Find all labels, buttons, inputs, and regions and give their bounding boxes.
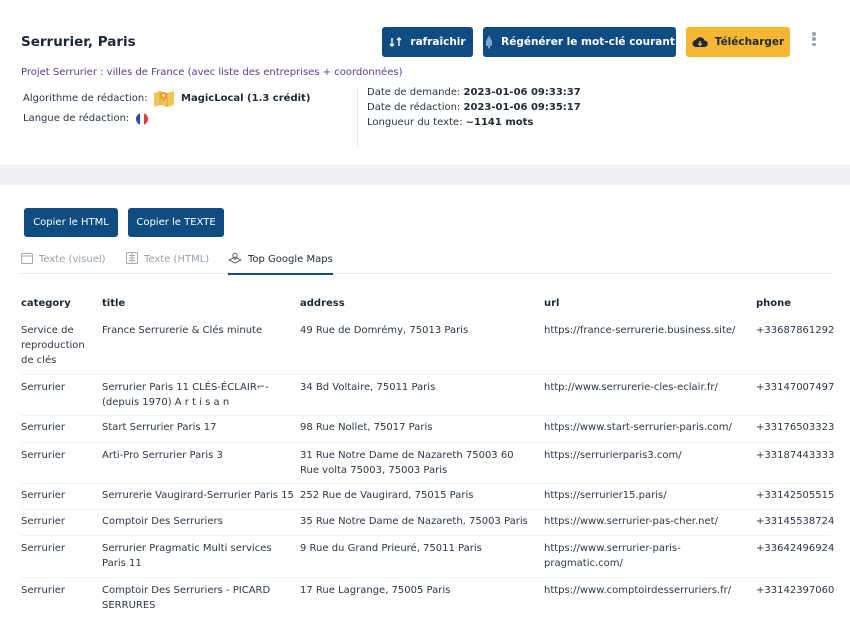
- copy-html-button[interactable]: Copier le HTML: [24, 208, 118, 237]
- column-header-category[interactable]: category: [21, 298, 71, 309]
- france-flag-icon: [136, 113, 148, 125]
- writing-date-label: Date de rédaction:: [367, 102, 461, 113]
- cell-address: 98 Rue Nollet, 75017 Paris: [300, 422, 433, 433]
- cell-category: Serrurier: [21, 516, 66, 527]
- writing-date-row: Date de rédaction: 2023-01-06 09:35:17: [367, 102, 581, 113]
- row-divider: [21, 483, 831, 484]
- download-label: Télécharger: [714, 36, 785, 48]
- tab-text-html-label: Texte (HTML): [144, 253, 210, 265]
- row-divider: [21, 374, 831, 375]
- regenerate-keyword-button[interactable]: Régénérer le mot-clé courant: [483, 27, 676, 57]
- cell-address: 31 Rue Notre Dame de Nazareth 75003 60 R…: [300, 450, 514, 476]
- column-header-url[interactable]: url: [544, 298, 559, 309]
- cell-phone: +33687861292: [756, 325, 835, 336]
- cell-category: Serrurier: [21, 422, 66, 433]
- row-divider: [21, 441, 831, 443]
- request-date-value: 2023-01-06 09:33:37: [463, 87, 581, 98]
- content-tabs: Texte (visuel) Texte (HTML) Top Google M…: [21, 247, 831, 275]
- cell-url[interactable]: https://serrurierparis3.com/: [544, 448, 749, 478]
- cell-title: Serrurier Pragmatic Multi services Paris…: [102, 543, 272, 569]
- request-date-row: Date de demande: 2023-01-06 09:33:37: [367, 87, 581, 98]
- text-length-row: Longueur du texte: ~1141 mots: [367, 117, 533, 128]
- language-label: Langue de rédaction:: [23, 113, 130, 124]
- cell-title: Serrurier Paris 11 CLÉS-ÉCLAIR⌐- (depuis…: [102, 382, 269, 408]
- cell-address: 35 Rue Notre Dame de Nazareth, 75003 Par…: [300, 516, 528, 527]
- writing-date-value: 2023-01-06 09:35:17: [463, 102, 581, 113]
- regenerate-label: Régénérer le mot-clé courant: [501, 36, 675, 48]
- cell-address: 49 Rue de Domrémy, 75013 Paris: [300, 325, 469, 336]
- report-header: Serrurier, Paris rafraîchir Régénérer le…: [0, 0, 850, 165]
- cell-category: Serrurier: [21, 543, 66, 554]
- cell-phone: +33142505515: [756, 490, 835, 501]
- cell-url[interactable]: https://www.serrurier-pas-cher.net/: [544, 514, 749, 529]
- cell-category: Serrurier: [21, 490, 66, 501]
- download-button[interactable]: Télécharger: [686, 27, 790, 57]
- rocket-icon: [484, 35, 494, 49]
- tab-text-visual-label: Texte (visuel): [39, 253, 106, 265]
- column-header-phone[interactable]: phone: [756, 298, 791, 309]
- page-title: Serrurier, Paris: [21, 34, 136, 50]
- cell-phone: +33187443333: [756, 450, 835, 461]
- meta-divider: [357, 87, 358, 147]
- cloud-download-icon: [692, 36, 708, 48]
- tab-text-visual[interactable]: Texte (visuel): [21, 250, 106, 268]
- row-divider: [21, 508, 831, 510]
- project-name: Projet Serrurier : villes de France (ave…: [21, 67, 403, 78]
- cell-url[interactable]: https://www.start-serrurier-paris.com/: [544, 420, 749, 435]
- text-length-label: Longueur du texte:: [367, 117, 463, 128]
- cell-phone: +33642496924: [756, 543, 835, 554]
- calendar-icon: [21, 252, 33, 267]
- row-divider: [21, 415, 831, 416]
- cell-title: Arti-Pro Serrurier Paris 3: [102, 450, 223, 461]
- text-length-value: ~1141 mots: [465, 117, 534, 128]
- cell-url[interactable]: https://france-serrurerie.business.site/: [544, 323, 749, 368]
- cell-phone: +33147007497: [756, 382, 835, 393]
- cell-url[interactable]: http://www.serrurerie-cles-eclair.fr/: [544, 380, 749, 410]
- row-divider: [21, 577, 831, 578]
- section-separator: [0, 165, 850, 185]
- refresh-button[interactable]: rafraîchir: [382, 27, 473, 57]
- column-header-address[interactable]: address: [300, 298, 345, 309]
- cell-category: Serrurier: [21, 382, 66, 393]
- map-layers-icon: [227, 252, 243, 267]
- cell-address: 34 Bd Voltaire, 75011 Paris: [300, 382, 436, 393]
- row-divider: [21, 535, 831, 536]
- cell-title: Serrurerie Vaugirard-Serrurier Paris 15: [102, 490, 294, 501]
- tab-text-html[interactable]: Texte (HTML): [126, 250, 209, 268]
- map-icon: [153, 88, 175, 112]
- cell-url[interactable]: https://www.comptoirdesserruriers.fr/: [544, 583, 749, 613]
- cell-address: 17 Rue Lagrange, 75005 Paris: [300, 585, 451, 596]
- cell-phone: +33142397060: [756, 585, 835, 596]
- cell-category: Serrurier: [21, 450, 66, 461]
- copy-text-button[interactable]: Copier le TEXTE: [128, 208, 224, 237]
- cell-category: Service de reproduction de clés: [21, 325, 85, 366]
- document-icon: [126, 251, 138, 267]
- cell-category: Serrurier: [21, 585, 66, 596]
- tab-top-google-maps[interactable]: Top Google Maps: [227, 250, 333, 275]
- algorithm-label: Algorithme de rédaction:: [23, 93, 148, 104]
- more-options-icon[interactable]: [808, 30, 820, 48]
- algorithm-value: MagicLocal (1.3 crédit): [181, 93, 311, 104]
- cell-address: 252 Rue de Vaugirard, 75015 Paris: [300, 490, 474, 501]
- cell-title: Comptoir Des Serruriers - PICARD SERRURE…: [102, 585, 271, 611]
- cell-title: Start Serrurier Paris 17: [102, 422, 217, 433]
- cell-url[interactable]: https://serrurier15.paris/: [544, 488, 749, 503]
- cell-title: France Serrurerie & Clés minute: [102, 325, 263, 336]
- request-date-label: Date de demande:: [367, 87, 461, 98]
- cell-phone: +33176503323: [756, 422, 835, 433]
- refresh-icon: [389, 36, 403, 48]
- column-header-title[interactable]: title: [102, 298, 125, 309]
- cell-phone: +33145538724: [756, 516, 835, 527]
- tab-top-google-maps-label: Top Google Maps: [248, 253, 333, 265]
- refresh-label: rafraîchir: [410, 36, 466, 48]
- cell-url[interactable]: https://www.serrurier-paris-pragmatic.co…: [544, 541, 749, 571]
- cell-title: Comptoir Des Serruriers: [102, 516, 223, 527]
- cell-address: 9 Rue du Grand Prieuré, 75011 Paris: [300, 543, 482, 554]
